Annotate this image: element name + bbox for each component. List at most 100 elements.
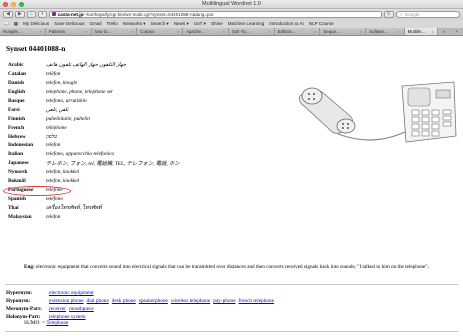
relation-link[interactable]: electronic equipment (49, 290, 94, 296)
back-icon: ◀ (6, 11, 10, 17)
url-path: /~kurihaya/ly/cgi-bin/wn-multi.cgi?synse… (83, 11, 214, 17)
address-bar[interactable]: casta-net.jp/~kurihaya/ly/cgi-bin/wn-mul… (48, 10, 382, 18)
lemma-words: téléphone (46, 124, 67, 131)
relation-link[interactable]: french telephone (239, 298, 274, 304)
language-label: Japanese (8, 160, 29, 167)
tab-bar: Runglie… × Patterns × how to… × Corpus × Apa… (0, 28, 463, 36)
tab-overflow-button[interactable]: » (438, 28, 451, 35)
window-titlebar: Multilingual Wordnet 1.0 (0, 0, 463, 9)
relation-link[interactable]: dial phone (87, 298, 109, 304)
grid-icon[interactable]: ▦ (14, 21, 18, 27)
home-icon: ⌂ (29, 11, 33, 17)
relation-label: Meronym-Part: (6, 306, 42, 312)
lemma-row: Bokmål telefon, knokkel (8, 177, 268, 186)
tab[interactable]: Softwar… × (366, 28, 405, 35)
lemma-words: telefon, knogle (46, 80, 78, 87)
tab-label: Corpus (140, 29, 155, 34)
language-label: Spanish (8, 195, 26, 202)
gloss: Eng: electronic equipment that converts … (24, 264, 458, 271)
plus-icon: + (40, 11, 44, 17)
back-button[interactable]: ◀ (3, 10, 13, 18)
lemma-row: Arabic جهاز التلفون جهاز الهاتف تلفون هات… (8, 61, 268, 70)
bookmark-item[interactable]: Networks ▾ (123, 21, 146, 27)
tab[interactable]: Editora… × (274, 28, 321, 35)
bookmark-item[interactable]: Search ▾ (151, 21, 169, 27)
tab[interactable]: Runglie… × (0, 28, 46, 35)
tab[interactable]: Apache… × (183, 28, 229, 35)
language-label: Basque (8, 98, 25, 104)
close-tab-icon[interactable]: × (222, 29, 224, 34)
lemma-words: جهاز التلفون جهاز الهاتف تلفون هاتف (46, 62, 127, 69)
relation-link[interactable]: extension phone (49, 298, 84, 304)
relation-link[interactable]: mouthpiece (69, 306, 94, 312)
language-label: Italian (8, 151, 24, 158)
add-bookmark-button[interactable]: + (37, 10, 47, 18)
language-label: Thai (8, 204, 19, 211)
book-icon[interactable]: 📖 (3, 21, 9, 27)
window-title: Multilingual Wordnet 1.0 (202, 1, 261, 7)
page-content: Synset 04401088-n Arabic جهاز التلفون جها… (0, 36, 463, 336)
reload-button[interactable]: ↻ (383, 10, 394, 18)
tab-label: Patterns (48, 29, 66, 34)
close-tab-icon[interactable]: × (431, 29, 433, 34)
home-button[interactable]: ⌂ (26, 10, 36, 18)
lemma-row: Catalan telèfon (8, 70, 268, 79)
close-tab-icon[interactable]: × (268, 29, 270, 34)
forward-icon: ▶ (17, 11, 22, 17)
tab-active[interactable]: Multilin… × (404, 28, 438, 35)
bookmark-item[interactable]: My Delicious (23, 21, 49, 26)
language-label: Indonesian (8, 142, 34, 149)
relation-link[interactable]: receiver (49, 306, 66, 312)
tab[interactable]: Solr-To… × (228, 28, 275, 35)
relation-link[interactable]: speakerphone (139, 298, 168, 304)
bookmarks-bar: 📖 ▦ My Delicious Save Delicious Gmail Tr… (0, 19, 463, 28)
gloss-text: electronic equipment that converts sound… (35, 264, 429, 270)
relation-hypernym: Hypernym: electronic equipment (6, 290, 94, 296)
bookmark-item[interactable]: Machine Learning (228, 21, 265, 26)
sumo-link[interactable]: Telephone (46, 320, 68, 326)
language-label: English (8, 89, 26, 96)
language-label: Hebrew (8, 133, 26, 140)
url-host: casta-net.jp (57, 11, 84, 17)
relation-link[interactable]: desk phone (112, 298, 136, 304)
telephone-image (299, 81, 457, 143)
forward-button[interactable]: ▶ (14, 10, 25, 18)
new-tab-button[interactable]: + (450, 28, 463, 35)
bookmark-item[interactable]: NLP Course (309, 21, 334, 26)
tab[interactable]: Patterns × (45, 28, 92, 35)
relation-link[interactable]: wireless telephone (171, 298, 210, 304)
bookmark-item[interactable]: News ▾ (174, 21, 189, 27)
bookmark-item[interactable]: Trello (107, 21, 118, 26)
tab[interactable]: Corpus × (137, 28, 184, 35)
lemma-row: English telephone, phone, telephone set (8, 88, 268, 97)
lemma-words: telefon (46, 213, 61, 220)
divider (5, 331, 458, 332)
tab-label: Multilin… (407, 29, 426, 34)
site-favicon-icon (51, 12, 56, 16)
lemma-table: Arabic جهاز التلفون جهاز الهاتف تلفون هات… (8, 61, 268, 221)
bookmark-item[interactable]: Introduction to AI (269, 21, 303, 26)
language-label: Nynorsk (8, 169, 28, 176)
search-input[interactable]: ⌕ Google (396, 10, 460, 18)
lemma-row: Nynorsk telefon, knokkel (8, 168, 268, 177)
bookmark-item[interactable]: UoT ▾ (194, 21, 206, 27)
tab-label: Seque… (323, 29, 341, 34)
close-tab-icon[interactable]: × (314, 29, 316, 34)
close-tab-icon[interactable]: × (360, 29, 362, 34)
divider (5, 284, 458, 285)
phone-base-icon (401, 81, 457, 143)
tab[interactable]: how to… × (91, 28, 138, 35)
bookmark-item[interactable]: Shine (211, 21, 223, 26)
relation-label: Hypernym: (6, 290, 33, 296)
close-tab-icon[interactable]: × (398, 29, 400, 34)
close-tab-icon[interactable]: × (177, 29, 179, 34)
relation-link[interactable]: pay-phone (213, 298, 235, 304)
bookmark-item[interactable]: Gmail (90, 21, 102, 26)
close-tab-icon[interactable]: × (131, 29, 133, 34)
lemma-row: Indonesian telefon (8, 141, 268, 150)
tab[interactable]: Seque… × (320, 28, 367, 35)
bookmark-item[interactable]: Save Delicious (54, 21, 84, 26)
close-tab-icon[interactable]: × (85, 29, 87, 34)
lemma-words: telefon, knokkel (46, 178, 80, 185)
close-tab-icon[interactable]: × (39, 29, 41, 34)
